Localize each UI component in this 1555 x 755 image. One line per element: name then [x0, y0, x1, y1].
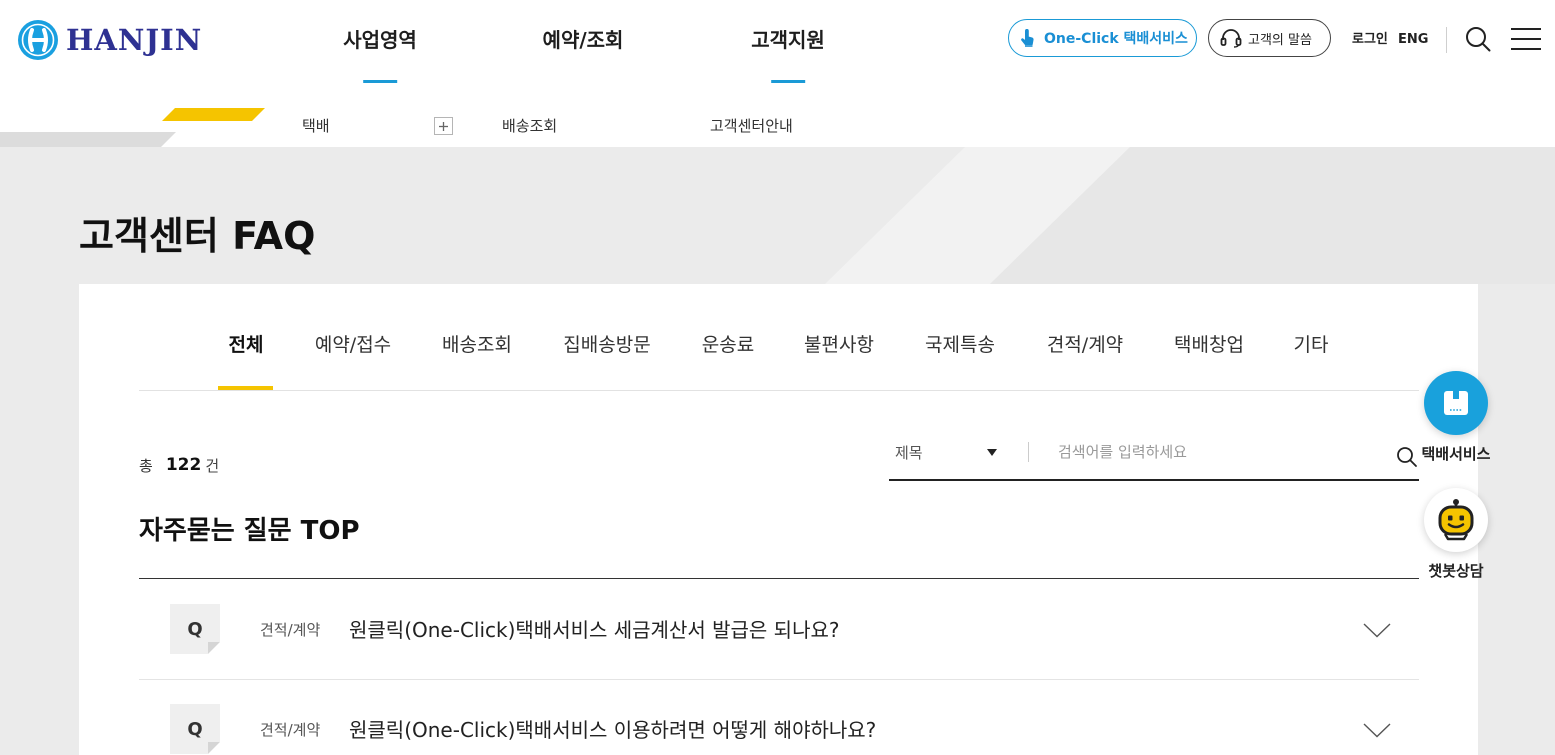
chatbot-icon	[1438, 499, 1474, 541]
question-marker: Q	[170, 704, 220, 754]
nav-customer-support[interactable]: 고객지원	[751, 26, 825, 83]
customer-voice-button[interactable]: 고객의 말씀	[1208, 19, 1331, 57]
subnav-expand-button[interactable]	[434, 117, 453, 135]
tab-international[interactable]: 국제특송	[925, 333, 995, 357]
question-marker: Q	[170, 604, 220, 654]
parcel-service-label: 택배서비스	[1421, 445, 1491, 463]
faq-category: 견적/계약	[260, 621, 321, 639]
quick-parcel-service-button[interactable]: 택배서비스	[1415, 371, 1497, 463]
search-field-select[interactable]: 제목	[889, 434, 1009, 470]
tab-complaint[interactable]: 불편사항	[804, 333, 874, 357]
faq-top-divider	[139, 578, 1419, 579]
subnav-item-parcel[interactable]: 택배	[302, 116, 330, 136]
hanjin-logo[interactable]: HANJIN	[18, 20, 202, 60]
dropdown-arrow-icon	[987, 449, 997, 456]
search-input[interactable]	[1052, 434, 1382, 470]
one-click-parcel-button[interactable]: One-Click 택배서비스	[1008, 19, 1197, 57]
result-count-value: 122	[165, 455, 202, 475]
chevron-down-icon[interactable]	[1363, 723, 1391, 738]
tabs-divider	[139, 390, 1419, 391]
tab-etc[interactable]: 기타	[1294, 333, 1329, 357]
tab-all[interactable]: 전체	[229, 333, 264, 357]
search-divider	[1028, 442, 1029, 462]
tab-reservation[interactable]: 예약/접수	[315, 333, 391, 357]
result-count-suffix: 건	[205, 456, 220, 475]
parcel-box-icon	[1444, 391, 1468, 415]
subnav-item-tracking[interactable]: 배송조회	[502, 116, 557, 136]
faq-search-bar: 제목	[889, 434, 1419, 481]
result-count: 총 122 건	[139, 455, 219, 475]
hamburger-menu-icon	[1511, 28, 1541, 50]
chatbot-label: 챗봇상담	[1428, 562, 1484, 580]
menu-button[interactable]	[1511, 27, 1541, 51]
faq-card: 전체 예약/접수 배송조회 집배송방문 운송료 불편사항 국제특송 견적/계약 …	[79, 284, 1478, 755]
page-title: 고객센터 FAQ	[79, 214, 316, 258]
question-marker-label: Q	[187, 718, 203, 740]
hanjin-logo-icon	[18, 20, 58, 60]
faq-item[interactable]: Q 견적/계약 원클릭(One-Click)택배서비스 세금계산서 발급은 되나…	[139, 580, 1419, 680]
logo-text: HANJIN	[66, 23, 203, 57]
result-count-prefix: 총	[139, 456, 153, 475]
customer-voice-label: 고객의 말씀	[1248, 32, 1312, 48]
faq-item[interactable]: Q 견적/계약 원클릭(One-Click)택배서비스 이용하려면 어떻게 해야…	[139, 680, 1419, 755]
faq-top-heading: 자주묻는 질문 TOP	[139, 516, 360, 546]
subnav-item-customer-center[interactable]: 고객센터안내	[710, 116, 793, 136]
hand-pointer-icon	[1020, 29, 1035, 47]
nav-business[interactable]: 사업영역	[343, 26, 417, 83]
faq-question[interactable]: 원클릭(One-Click)택배서비스 세금계산서 발급은 되나요?	[349, 616, 840, 644]
tab-tracking[interactable]: 배송조회	[442, 333, 512, 357]
nav-reservation-tracking[interactable]: 예약/조회	[543, 26, 624, 54]
search-icon	[1466, 27, 1491, 52]
tab-shipping-fee[interactable]: 운송료	[702, 333, 754, 357]
tab-pickup-visit[interactable]: 집배송방문	[563, 333, 650, 357]
subnav-accent-yellow	[162, 108, 265, 121]
chatbot-circle	[1424, 488, 1488, 552]
search-field-value: 제목	[895, 443, 923, 462]
chevron-down-icon[interactable]	[1363, 623, 1391, 638]
language-english-link[interactable]: ENG	[1398, 31, 1428, 49]
subnav-accent-gray	[0, 132, 176, 147]
headset-icon	[1220, 28, 1242, 48]
parcel-service-circle	[1424, 371, 1488, 435]
tab-startup[interactable]: 택배창업	[1174, 333, 1244, 357]
tab-quote-contract[interactable]: 견적/계약	[1047, 333, 1123, 357]
login-link[interactable]: 로그인	[1352, 31, 1388, 49]
faq-category: 견적/계약	[260, 721, 321, 739]
chatbot-consult-button[interactable]: 챗봇상담	[1415, 488, 1497, 580]
question-marker-label: Q	[187, 618, 203, 640]
header-divider	[1446, 27, 1447, 53]
site-header: HANJIN 사업영역 예약/조회 고객지원 One-Click 택배서비스 고…	[0, 0, 1555, 147]
one-click-label: One-Click 택배서비스	[1044, 31, 1188, 47]
plus-icon	[439, 121, 448, 131]
faq-list: Q 견적/계약 원클릭(One-Click)택배서비스 세금계산서 발급은 되나…	[139, 580, 1419, 755]
faq-question[interactable]: 원클릭(One-Click)택배서비스 이용하려면 어떻게 해야하나요?	[349, 716, 876, 744]
header-search-button[interactable]	[1464, 25, 1492, 53]
